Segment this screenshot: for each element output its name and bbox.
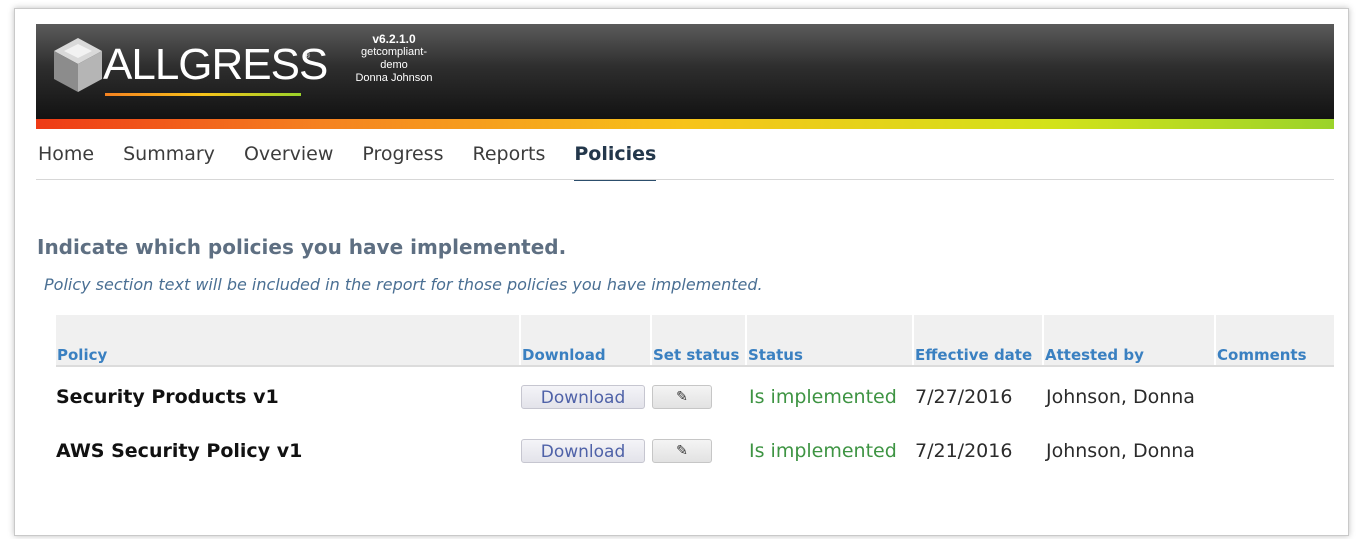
instance-name-line2: demo <box>380 59 408 71</box>
nav-divider <box>36 179 1334 180</box>
column-header-set-status: Set status <box>652 315 745 367</box>
allgress-cube-logo-icon <box>54 38 102 92</box>
column-header-effective-date: Effective date <box>914 315 1042 367</box>
version-label: v6.2.1.0 <box>372 32 416 46</box>
column-header-download: Download <box>521 315 650 367</box>
set-status-button[interactable]: ✎ <box>652 385 712 409</box>
instance-name-line1: getcompliant- <box>360 46 428 58</box>
table-header: Policy Download Set status Status Effect… <box>56 315 1334 367</box>
status-text: Is implemented <box>749 440 897 462</box>
nav-overview[interactable]: Overview <box>244 143 333 173</box>
nav-summary[interactable]: Summary <box>123 143 215 173</box>
download-button[interactable]: Download <box>521 439 645 463</box>
nav-reports[interactable]: Reports <box>472 143 545 173</box>
page-subtext: Policy section text will be included in … <box>44 275 763 294</box>
policy-name: AWS Security Policy v1 <box>56 440 303 462</box>
attested-by: Johnson, Donna <box>1046 386 1195 408</box>
policies-table: Policy Download Set status Status Effect… <box>56 315 1334 475</box>
nav-home[interactable]: Home <box>38 143 94 173</box>
effective-date: 7/21/2016 <box>915 440 1013 462</box>
policy-name: Security Products v1 <box>56 386 279 408</box>
app-meta: v6.2.1.0 getcompliant- demo Donna Johnso… <box>332 33 456 85</box>
nav-policies[interactable]: Policies <box>574 143 656 181</box>
column-header-status: Status <box>747 315 912 367</box>
column-header-attested-by: Attested by <box>1044 315 1214 367</box>
pencil-icon: ✎ <box>676 389 688 405</box>
logo-underline <box>105 93 301 96</box>
table-row: AWS Security Policy v1 Download ✎ Is imp… <box>56 421 1334 475</box>
status-text: Is implemented <box>749 386 897 408</box>
effective-date: 7/27/2016 <box>915 386 1013 408</box>
current-user-name: Donna Johnson <box>355 72 433 84</box>
trademark-symbol: ® <box>304 52 311 60</box>
column-header-comments: Comments <box>1216 315 1334 367</box>
page-heading: Indicate which policies you have impleme… <box>37 235 567 259</box>
logo-wordmark: ALLGRESS <box>103 40 328 89</box>
download-button[interactable]: Download <box>521 385 645 409</box>
table-row: Security Products v1 Download ✎ Is imple… <box>56 367 1334 421</box>
attested-by: Johnson, Donna <box>1046 440 1195 462</box>
brand-color-stripe <box>36 119 1334 129</box>
column-header-policy: Policy <box>56 315 519 367</box>
set-status-button[interactable]: ✎ <box>652 439 712 463</box>
main-nav: Home Summary Overview Progress Reports P… <box>38 143 685 181</box>
pencil-icon: ✎ <box>676 443 688 459</box>
nav-progress[interactable]: Progress <box>362 143 443 173</box>
